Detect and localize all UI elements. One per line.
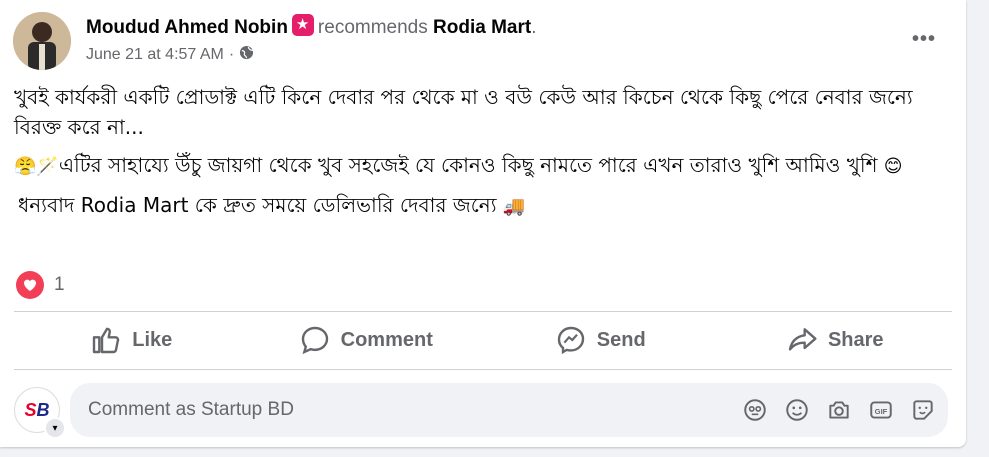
post-paragraph-3-text: ধন্যবাদ Rodia Mart কে দ্রুত সময়ে ডেলিভা…	[18, 193, 497, 217]
messenger-icon	[557, 326, 584, 355]
comment-placeholder: Comment as Startup BD	[88, 399, 294, 420]
comment-icon	[301, 326, 328, 355]
comment-input[interactable]: Comment as Startup BD GIF	[70, 383, 948, 437]
post-paragraph-3: ধন্যবাদ Rodia Mart কে দ্রুত সময়ে ডেলিভা…	[18, 190, 944, 222]
post-paragraph-2: 😤🪄এটির সাহায্যে উঁচু জায়গা থেকে খুব সহজ…	[14, 150, 944, 182]
post-meta: June 21 at 4:57 AM ·	[86, 45, 254, 65]
divider-bottom	[14, 369, 952, 370]
page-name-link[interactable]: Rodia Mart	[433, 17, 531, 38]
thumbs-up-icon	[93, 327, 120, 354]
more-options-button[interactable]: •••	[912, 28, 936, 51]
comment-tools: GIF	[742, 397, 936, 423]
post-header: Moudud Ahmed Nobin recommends Rodia Mart.	[86, 14, 537, 39]
author-avatar[interactable]	[13, 12, 71, 70]
comment-composer: SB ▾ Comment as Startup BD GIF	[14, 383, 952, 439]
reactions-summary[interactable]: 1	[16, 271, 65, 299]
svg-text:GIF: GIF	[875, 407, 888, 416]
like-button[interactable]: Like	[14, 312, 249, 368]
love-reaction-icon	[16, 271, 44, 299]
comment-button[interactable]: Comment	[249, 312, 484, 368]
send-label: Send	[596, 328, 646, 351]
send-button[interactable]: Send	[483, 312, 718, 368]
post-paragraph-2-text: এটির সাহায্যে উঁচু জায়গা থেকে খুব সহজেই…	[58, 153, 878, 177]
post-paragraph-1: খুবই কার্যকরী একটি প্রোডাক্ট এটি কিনে দে…	[14, 85, 913, 139]
author-name[interactable]: Moudud Ahmed Nobin	[86, 17, 288, 38]
meta-separator: ·	[228, 46, 235, 63]
period-text: .	[531, 17, 537, 38]
share-icon	[788, 328, 817, 351]
gif-icon[interactable]: GIF	[868, 397, 894, 423]
post-date[interactable]: June 21 at 4:57 AM	[86, 46, 224, 64]
camera-icon[interactable]	[826, 397, 852, 423]
recommends-text: recommends	[317, 17, 428, 38]
comment-label: Comment	[340, 328, 433, 351]
like-label: Like	[132, 328, 173, 351]
chevron-down-icon[interactable]: ▾	[44, 417, 66, 439]
action-bar: Like Comment Send Share	[14, 312, 952, 368]
avatar-initial-s: S	[24, 399, 37, 420]
avatar-sticker-icon[interactable]	[742, 397, 768, 423]
avatar-initial-b: B	[36, 399, 50, 420]
sticker-icon[interactable]	[910, 397, 936, 423]
emoji-icon[interactable]	[784, 397, 810, 423]
post-card: Moudud Ahmed Nobin recommends Rodia Mart.…	[0, 0, 966, 447]
tools-emoji: 😤🪄	[14, 156, 59, 177]
globe-icon	[239, 45, 254, 65]
truck-emoji: 🚚	[502, 196, 526, 217]
post-text: খুবই কার্যকরী একটি প্রোডাক্ট এটি কিনে দে…	[14, 82, 944, 230]
recommendation-star-icon	[291, 14, 314, 36]
share-label: Share	[827, 328, 884, 351]
share-button[interactable]: Share	[718, 312, 953, 368]
smile-emoji: 😊	[883, 156, 903, 177]
reaction-count[interactable]: 1	[54, 274, 65, 296]
